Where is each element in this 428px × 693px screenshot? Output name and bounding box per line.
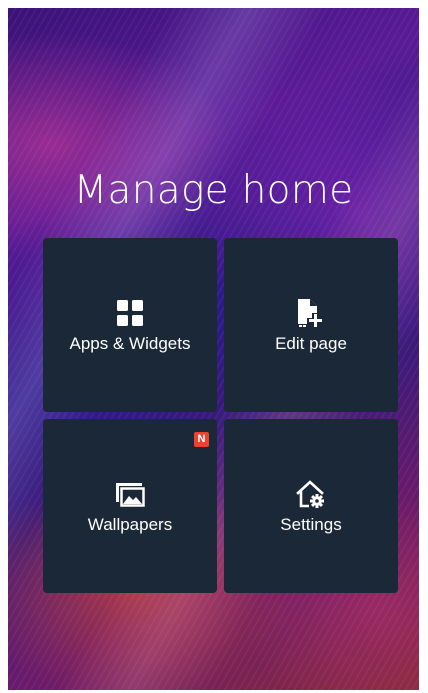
settings-tile[interactable]: Settings <box>224 419 398 593</box>
home-settings-icon <box>224 479 398 509</box>
wallpapers-icon <box>43 479 217 509</box>
edit-page-tile[interactable]: Edit page <box>224 238 398 412</box>
wallpaper-background: Manage home Apps & Widgets Edit page N W… <box>8 8 419 690</box>
wallpapers-tile[interactable]: N Wallpapers <box>43 419 217 593</box>
grid-icon <box>43 298 217 328</box>
wallpapers-label: Wallpapers <box>87 515 173 534</box>
edit-page-label: Edit page <box>275 334 347 353</box>
apps-widgets-tile[interactable]: Apps & Widgets <box>43 238 217 412</box>
apps-widgets-label: Apps & Widgets <box>69 334 191 353</box>
new-badge: N <box>194 432 209 447</box>
edit-page-icon <box>224 298 398 328</box>
page-title: Manage home <box>73 168 354 213</box>
settings-label: Settings <box>280 515 342 534</box>
